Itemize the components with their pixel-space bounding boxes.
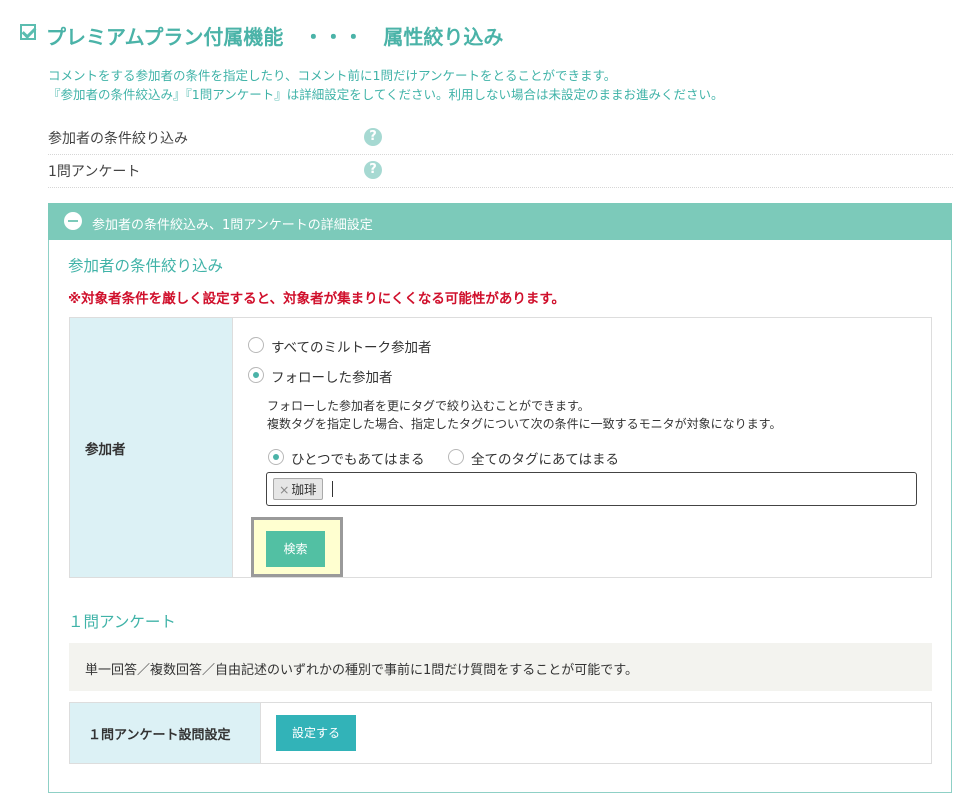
collapse-minus-icon[interactable] [64, 212, 82, 230]
tag-input[interactable] [266, 472, 917, 506]
radio-match-all-label[interactable]: 全てのタグにあてはまる [471, 448, 619, 468]
panel-title[interactable]: 参加者の条件絞込み、1問アンケートの詳細設定 [92, 214, 373, 233]
radio-followed-participants-label[interactable]: フォローした参加者 [271, 366, 393, 386]
survey-settings-label: １問アンケート設問設定 [88, 728, 231, 743]
radio-all-participants-label[interactable]: すべてのミルトーク参加者 [271, 336, 432, 356]
participants-label: 参加者 [85, 442, 126, 458]
survey-description: 単一回答／複数回答／自由記述のいずれかの種別で事前に1問だけ質問をすることが可能… [85, 663, 638, 678]
help-icon[interactable]: ? [364, 161, 382, 179]
tag-chip-label: 珈琲 [291, 482, 317, 497]
search-button[interactable]: 検索 [266, 531, 325, 567]
tag-remove-icon[interactable]: × [279, 482, 289, 497]
divider [48, 187, 953, 188]
configure-survey-button[interactable]: 設定する [276, 715, 356, 751]
radio-followed-participants[interactable] [248, 367, 264, 383]
page-title: プレミアムプラン付属機能 ・・・ 属性絞り込み [46, 25, 504, 49]
divider [260, 703, 261, 763]
intro-text-line2: 『参加者の条件絞込み』『1問アンケート』は詳細設定をしてください。利用しない場合… [48, 87, 724, 102]
premium-checkbox-icon [20, 24, 36, 40]
setting-row-filter-label: 参加者の条件絞り込み [48, 131, 188, 147]
divider [232, 318, 233, 577]
survey-section-title: １問アンケート [68, 613, 176, 631]
radio-match-any-label[interactable]: ひとつでもあてはまる [291, 448, 425, 468]
radio-match-all[interactable] [448, 449, 464, 465]
setting-row-survey-label: 1問アンケート [48, 164, 141, 180]
filter-section-title: 参加者の条件絞り込み [68, 257, 224, 275]
filter-warning: ※対象者条件を厳しく設定すると、対象者が集まりにくくなる可能性があります。 [68, 291, 565, 307]
tag-note-line1: フォローした参加者を更にタグで絞り込むことができます。 [267, 399, 590, 413]
help-icon[interactable]: ? [364, 128, 382, 146]
divider [48, 154, 953, 155]
tag-note-line2: 複数タグを指定した場合、指定したタグについて次の条件に一致するモニタが対象になり… [267, 417, 782, 431]
radio-match-any[interactable] [268, 449, 284, 465]
intro-text-line1: コメントをする参加者の条件を指定したり、コメント前に1問だけアンケートをとること… [48, 68, 617, 83]
text-caret [332, 481, 333, 497]
tag-chip: × 珈琲 [273, 478, 323, 500]
radio-all-participants[interactable] [248, 337, 264, 353]
